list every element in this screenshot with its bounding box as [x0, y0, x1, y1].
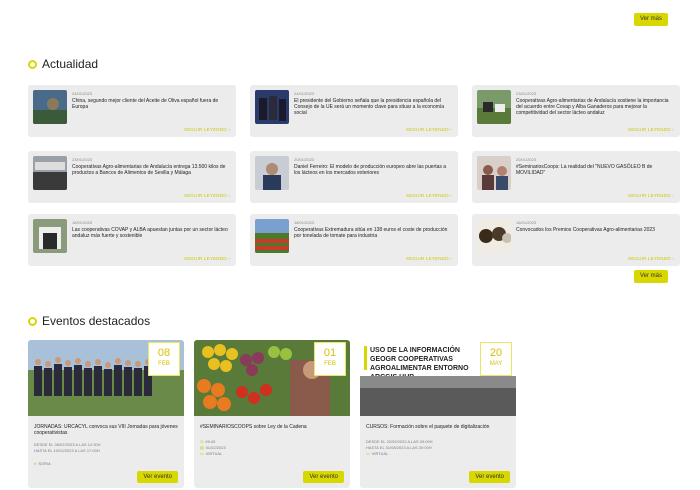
top-more-button[interactable]: Ver más: [634, 13, 669, 26]
news-title[interactable]: Cooperativas Agro-alimentarias de Andalu…: [72, 164, 230, 176]
event-end: HASTA EL 10/02/2023 A LAS 17:00H: [34, 449, 100, 453]
news-card[interactable]: 16/01/2023 Convocados los Premios Cooper…: [472, 214, 680, 266]
news-card[interactable]: 24/01/2023 El presidente del Gobierno se…: [250, 85, 458, 137]
read-more-link[interactable]: SEGUIR LEYENDO ›: [184, 127, 230, 132]
event-date-badge: 01 FEB: [314, 342, 346, 376]
news-title[interactable]: Convocados los Premios Cooperativas Agro…: [516, 227, 674, 233]
news-thumbnail: [255, 219, 289, 253]
event-title[interactable]: CURSOS: Formación sobre el paquete de di…: [366, 424, 512, 430]
event-start: DESDE EL 20/09/2022 A LAS 09:00H: [366, 440, 433, 444]
event-day: 01: [323, 347, 337, 359]
event-card[interactable]: 08 FEB JORNADAS: URCACYL convoca sus VII…: [28, 340, 184, 488]
event-card[interactable]: USO DE LA INFORMACIÓN GEOGR COOPERATIVAS…: [360, 340, 516, 488]
news-title[interactable]: Daniel Ferreiro: El modelo de producción…: [294, 164, 452, 176]
event-date-label: 01/02/2023: [205, 446, 226, 450]
events-section-label: Eventos destacados: [42, 314, 151, 328]
news-date: 20/01/2023: [516, 157, 537, 162]
news-card[interactable]: 20/01/2023 #SeminariosCoops: La realidad…: [472, 151, 680, 203]
event-day: 08: [157, 347, 171, 359]
news-section-title: Actualidad: [28, 57, 98, 71]
news-thumbnail: [477, 90, 511, 124]
event-mode-label: VIRTUAL: [205, 452, 223, 456]
circle-icon: [28, 59, 37, 69]
event-time-label: 09:45: [205, 440, 216, 444]
event-image-text: USO DE LA INFORMACIÓN GEOGR COOPERATIVAS…: [370, 347, 469, 381]
news-thumbnail: [477, 156, 511, 190]
view-event-button[interactable]: Ver evento: [303, 471, 344, 483]
news-thumbnail: [477, 219, 511, 253]
news-card[interactable]: 23/01/2023 Cooperativas Agro-alimentaria…: [472, 85, 680, 137]
calendar-icon: ▤: [200, 446, 204, 450]
location-pin-icon: ●: [34, 462, 37, 466]
event-card[interactable]: 01 FEB #SEMINARIOSCOOPS sobre Ley de la …: [194, 340, 350, 488]
event-end: HASTA EL 31/08/2023 A LAS 20:00H: [366, 446, 432, 450]
news-date: 24/01/2023: [294, 91, 315, 96]
monitor-icon: ▭: [366, 452, 370, 456]
news-date: 24/01/2023: [72, 91, 93, 96]
news-date: 23/01/2023: [72, 157, 93, 162]
event-time: ◷ 09:45: [200, 440, 215, 445]
read-more-link[interactable]: SEGUIR LEYENDO ›: [184, 256, 230, 261]
circle-icon: [28, 316, 37, 326]
news-date: 20/01/2023: [294, 157, 315, 162]
news-title[interactable]: China, segundo mejor cliente del Aceite …: [72, 98, 230, 110]
clock-icon: ◷: [200, 440, 204, 444]
read-more-link[interactable]: SEGUIR LEYENDO ›: [406, 256, 452, 261]
read-more-link[interactable]: SEGUIR LEYENDO ›: [628, 256, 674, 261]
event-location: ● SORIA: [34, 462, 51, 467]
news-thumbnail: [255, 90, 289, 124]
news-card[interactable]: 18/01/2023 Cooperativas Extremadura sitú…: [250, 214, 458, 266]
events-section-title: Eventos destacados: [28, 314, 150, 328]
news-thumbnail: [33, 90, 67, 124]
news-date: 18/01/2023: [294, 220, 315, 225]
news-title[interactable]: Cooperativas Agro-alimentarias de Andalu…: [516, 98, 674, 116]
news-card[interactable]: 24/01/2023 China, segundo mejor cliente …: [28, 85, 236, 137]
news-date: 16/01/2023: [516, 220, 537, 225]
read-more-link[interactable]: SEGUIR LEYENDO ›: [628, 193, 674, 198]
news-title[interactable]: Las cooperativas COVAP y ALBA apuestan j…: [72, 227, 230, 239]
read-more-link[interactable]: SEGUIR LEYENDO ›: [406, 127, 452, 132]
read-more-link[interactable]: SEGUIR LEYENDO ›: [406, 193, 452, 198]
view-event-button[interactable]: Ver evento: [469, 471, 510, 483]
event-mode: ▭ VIRTUAL: [366, 452, 388, 457]
read-more-link[interactable]: SEGUIR LEYENDO ›: [628, 127, 674, 132]
news-more-button[interactable]: Ver más: [634, 270, 669, 283]
event-location-label: SORIA: [38, 462, 51, 466]
event-title[interactable]: JORNADAS: URCACYL convoca sus VIII Jorna…: [34, 424, 180, 436]
read-more-link[interactable]: SEGUIR LEYENDO ›: [184, 193, 230, 198]
news-thumbnail: [255, 156, 289, 190]
news-title[interactable]: El presidente del Gobierno señala que la…: [294, 98, 452, 116]
event-start: DESDE EL 08/02/2023 A LAS 12:30H: [34, 443, 101, 447]
view-event-button[interactable]: Ver evento: [137, 471, 178, 483]
event-date-badge: 20 MAY: [480, 342, 512, 376]
news-section-label: Actualidad: [42, 57, 99, 71]
news-date: 18/01/2023: [72, 220, 93, 225]
news-card[interactable]: 18/01/2023 Las cooperativas COVAP y ALBA…: [28, 214, 236, 266]
event-date: ▤ 01/02/2023: [200, 446, 226, 451]
event-date-badge: 08 FEB: [148, 342, 180, 376]
event-mode: ▭ VIRTUAL: [200, 452, 222, 457]
monitor-icon: ▭: [200, 452, 204, 456]
event-day: 20: [489, 347, 503, 359]
news-title[interactable]: Cooperativas Extremadura sitúa en 138 eu…: [294, 227, 452, 239]
event-mode-label: VIRTUAL: [371, 452, 389, 456]
news-card[interactable]: 23/01/2023 Cooperativas Agro-alimentaria…: [28, 151, 236, 203]
news-thumbnail: [33, 219, 67, 253]
news-thumbnail: [33, 156, 67, 190]
event-title[interactable]: #SEMINARIOSCOOPS sobre Ley de la Cadena: [200, 424, 346, 430]
event-month: FEB: [158, 361, 170, 367]
news-title[interactable]: #SeminariosCoops: La realidad del "NUEVO…: [516, 164, 674, 176]
news-card[interactable]: 20/01/2023 Daniel Ferreiro: El modelo de…: [250, 151, 458, 203]
event-month: FEB: [324, 361, 336, 367]
news-date: 23/01/2023: [516, 91, 537, 96]
event-month: MAY: [489, 361, 503, 367]
